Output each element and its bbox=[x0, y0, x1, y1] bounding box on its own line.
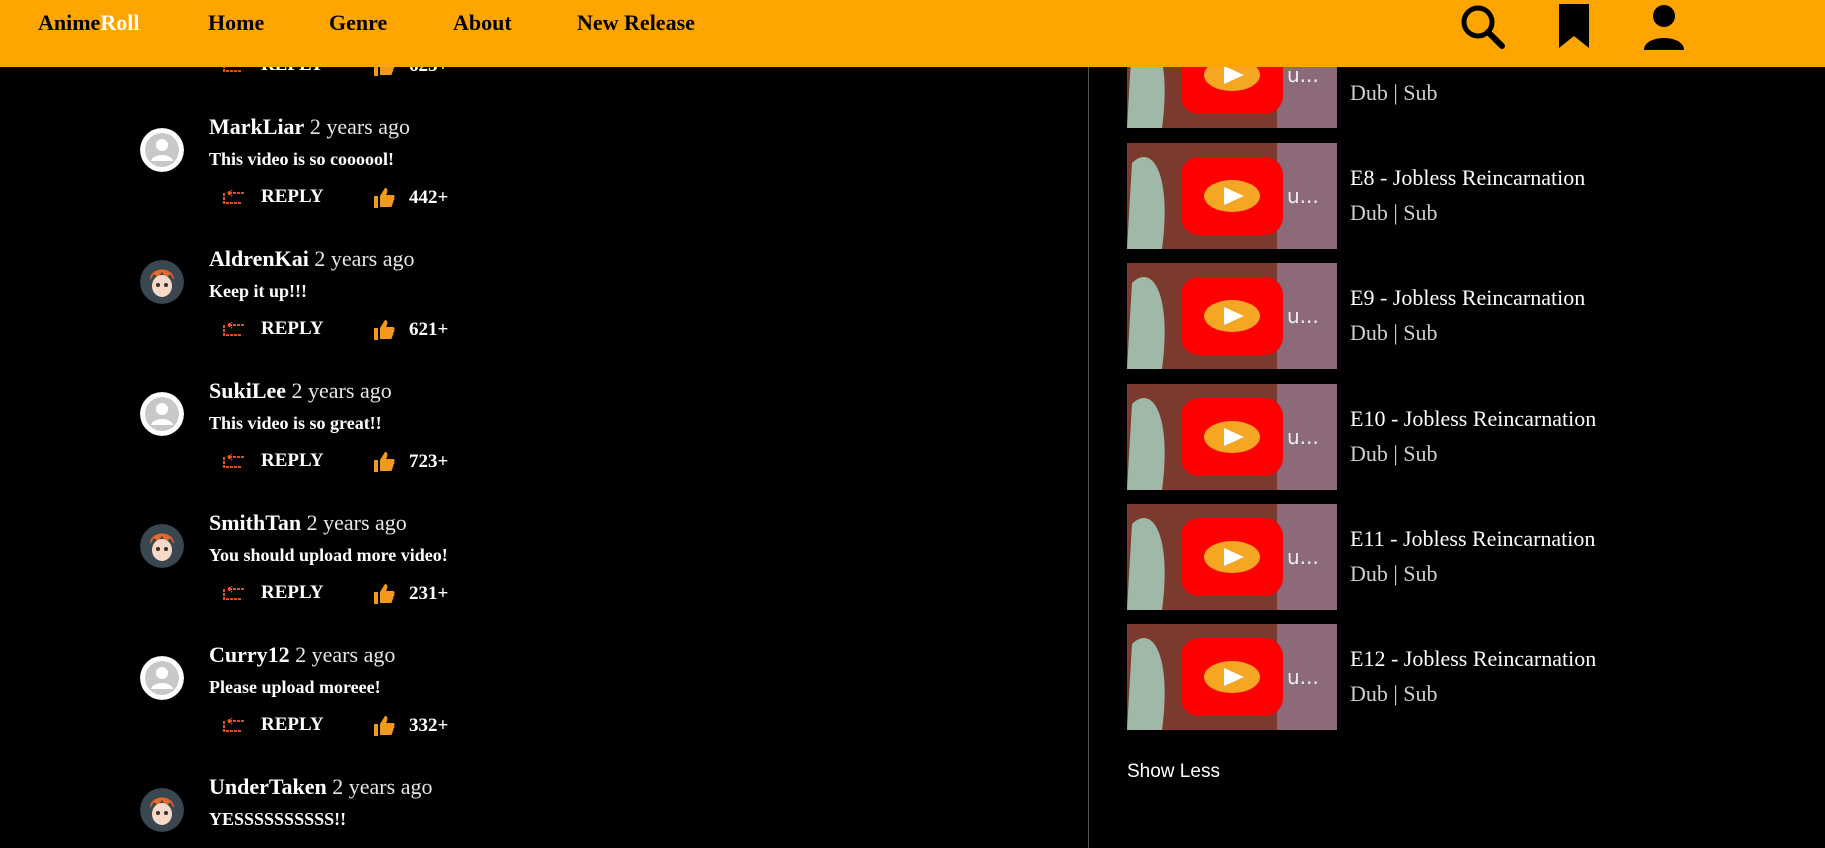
svg-text:u...: u... bbox=[1287, 545, 1319, 569]
episode-item[interactable]: u... E8 - Jobless Reincarnation Dub | Su… bbox=[1090, 143, 1825, 253]
comment-username[interactable]: UnderTaken bbox=[209, 774, 327, 799]
episode-title[interactable]: E9 - Jobless Reincarnation bbox=[1350, 285, 1585, 311]
nav-genre[interactable]: Genre bbox=[329, 10, 387, 36]
episode-thumbnail[interactable]: u... bbox=[1127, 504, 1337, 610]
logo-part-anime: Anime bbox=[38, 10, 101, 35]
episode-title[interactable]: E11 - Jobless Reincarnation bbox=[1350, 526, 1595, 552]
episode-thumbnail[interactable]: u... bbox=[1127, 263, 1337, 369]
comment-item: SukiLee 2 years ago This video is so gre… bbox=[0, 264, 700, 472]
episode-dub-sub: Dub | Sub bbox=[1350, 80, 1438, 105]
episode-item[interactable]: u... E10 - Jobless Reincarnation Dub | S… bbox=[1090, 384, 1825, 494]
episode-thumbnail[interactable]: u... bbox=[1127, 143, 1337, 249]
column-divider bbox=[1088, 67, 1089, 848]
episode-item[interactable]: u... E12 - Jobless Reincarnation Dub | S… bbox=[1090, 624, 1825, 734]
episode-dub-sub: Dub | Sub bbox=[1350, 320, 1438, 345]
episode-dub-sub: Dub | Sub bbox=[1350, 441, 1438, 466]
episode-thumbnail[interactable]: u... bbox=[1127, 624, 1337, 730]
svg-text:u...: u... bbox=[1287, 665, 1319, 689]
bookmark-icon[interactable] bbox=[1555, 2, 1595, 57]
navbar: AnimeRoll Home Genre About New Release bbox=[0, 0, 1825, 67]
user-icon[interactable] bbox=[1642, 2, 1686, 57]
logo-part-roll: Roll bbox=[100, 10, 140, 35]
episode-dub-sub: Dub | Sub bbox=[1350, 681, 1438, 706]
avatar-anime bbox=[140, 788, 184, 832]
svg-text:u...: u... bbox=[1287, 304, 1319, 328]
comments-section: REPLY 625+ MarkLiar 2 years ago This vid… bbox=[0, 0, 1088, 848]
comment-header: UnderTaken 2 years ago bbox=[209, 774, 432, 800]
show-less-button[interactable]: Show Less bbox=[1127, 761, 1220, 783]
comment-time: 2 years ago bbox=[332, 774, 433, 799]
comment-item: UnderTaken 2 years ago YESSSSSSSSSS!! bbox=[0, 660, 700, 832]
episode-title[interactable]: E12 - Jobless Reincarnation bbox=[1350, 646, 1596, 672]
episode-title[interactable]: E10 - Jobless Reincarnation bbox=[1350, 406, 1596, 432]
comment-item: SmithTan 2 years ago You should upload m… bbox=[0, 396, 700, 604]
episode-item[interactable]: u... E11 - Jobless Reincarnation Dub | S… bbox=[1090, 504, 1825, 614]
episode-dub-sub: Dub | Sub bbox=[1350, 200, 1438, 225]
nav-new-release[interactable]: New Release bbox=[577, 10, 695, 36]
comment-item: AldrenKai 2 years ago Keep it up!!! REPL… bbox=[0, 132, 700, 340]
nav-home[interactable]: Home bbox=[208, 10, 264, 36]
episode-list: u... Dub | Sub u... E8 - Jobless Reincar… bbox=[1090, 0, 1825, 848]
episode-title[interactable]: E8 - Jobless Reincarnation bbox=[1350, 165, 1585, 191]
svg-text:u...: u... bbox=[1287, 425, 1319, 449]
site-logo[interactable]: AnimeRoll bbox=[38, 10, 139, 36]
comment-text: YESSSSSSSSSS!! bbox=[209, 809, 347, 829]
svg-text:u...: u... bbox=[1287, 184, 1319, 208]
episode-item[interactable]: u... E9 - Jobless Reincarnation Dub | Su… bbox=[1090, 263, 1825, 373]
search-icon[interactable] bbox=[1458, 2, 1508, 57]
episode-dub-sub: Dub | Sub bbox=[1350, 561, 1438, 586]
episode-thumbnail[interactable]: u... bbox=[1127, 384, 1337, 490]
nav-about[interactable]: About bbox=[453, 10, 512, 36]
comment-item: Curry12 2 years ago Please upload moreee… bbox=[0, 528, 700, 736]
